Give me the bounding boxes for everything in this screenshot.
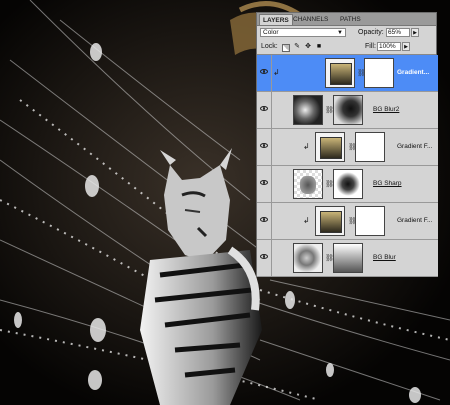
layers-panel: LAYERS CHANNELS PATHS Color ▼ Opacity: 6… (256, 12, 438, 278)
layer-name[interactable]: BG Blur2 (373, 106, 413, 113)
layer-row[interactable]: ↲ ⛓ Gradient F... (257, 129, 438, 166)
tab-layers[interactable]: LAYERS (259, 14, 293, 25)
eye-icon (260, 106, 268, 111)
mask-thumbnail[interactable] (355, 132, 385, 162)
visibility-toggle[interactable] (257, 92, 272, 128)
opacity-label: Opacity: (358, 29, 384, 36)
fill-input[interactable]: 100% (377, 42, 401, 51)
mask-thumbnail[interactable] (355, 206, 385, 236)
mask-thumbnail[interactable] (333, 169, 363, 199)
layers-list: ↲ ⛓ Gradient... ⛓ BG Blur2 ↲ ⛓ Gradient … (257, 55, 438, 278)
layer-row[interactable]: ⛓ BG Blur2 (257, 92, 438, 129)
chevron-down-icon: ▼ (337, 30, 343, 36)
layer-name[interactable]: BG Blur (373, 254, 413, 261)
eye-icon (260, 217, 268, 222)
gradient-fill-thumbnail[interactable] (315, 206, 345, 236)
blend-mode-value: Color (263, 29, 279, 36)
opacity-input[interactable]: 65% (386, 28, 410, 37)
blend-options-row: Color ▼ Opacity: 65% ▶ (257, 26, 436, 40)
lock-transparent-icon[interactable] (282, 44, 290, 52)
image-thumbnail[interactable] (293, 95, 323, 125)
gradient-fill-thumbnail[interactable] (325, 58, 355, 88)
brush-icon[interactable]: ✎ (293, 43, 301, 51)
visibility-toggle[interactable] (257, 166, 272, 202)
layer-row[interactable]: ⛓ BG Sharp (257, 166, 438, 203)
mask-thumbnail[interactable] (333, 243, 363, 273)
eye-icon (260, 254, 268, 259)
mask-thumbnail[interactable] (333, 95, 363, 125)
lock-row: Lock: ✎ ✥ ■ Fill: 100% ▶ (257, 40, 436, 55)
layer-row[interactable]: ↲ ⛓ Gradient... (257, 55, 438, 92)
clipping-arrow-icon: ↲ (303, 216, 310, 225)
visibility-toggle[interactable] (257, 203, 272, 239)
lock-label: Lock: (261, 43, 278, 50)
visibility-toggle[interactable] (257, 55, 272, 91)
layer-row[interactable]: ⛓ BG Blur (257, 240, 438, 277)
lock-icon[interactable]: ■ (315, 43, 323, 51)
blend-mode-select[interactable]: Color ▼ (260, 28, 346, 37)
clipping-arrow-icon: ↲ (273, 68, 280, 77)
fill-slider-button[interactable]: ▶ (402, 42, 410, 51)
tab-paths[interactable]: PATHS (337, 14, 364, 25)
layer-name[interactable]: Gradient F... (397, 217, 437, 224)
eye-icon (260, 143, 268, 148)
image-thumbnail[interactable] (293, 243, 323, 273)
fill-label: Fill: (365, 43, 376, 50)
move-icon[interactable]: ✥ (304, 43, 312, 51)
mask-thumbnail[interactable] (364, 58, 394, 88)
panel-tabbar: LAYERS CHANNELS PATHS (257, 13, 436, 26)
eye-icon (260, 69, 268, 74)
layer-name[interactable]: Gradient... (397, 69, 437, 76)
visibility-toggle[interactable] (257, 129, 272, 165)
layer-row[interactable]: ↲ ⛓ Gradient F... (257, 203, 438, 240)
opacity-slider-button[interactable]: ▶ (411, 28, 419, 37)
layer-name[interactable]: BG Sharp (373, 180, 413, 187)
tab-channels[interactable]: CHANNELS (290, 14, 331, 25)
gradient-fill-thumbnail[interactable] (315, 132, 345, 162)
eye-icon (260, 180, 268, 185)
clipping-arrow-icon: ↲ (303, 142, 310, 151)
image-thumbnail[interactable] (293, 169, 323, 199)
visibility-toggle[interactable] (257, 240, 272, 276)
layer-name[interactable]: Gradient F... (397, 143, 437, 150)
